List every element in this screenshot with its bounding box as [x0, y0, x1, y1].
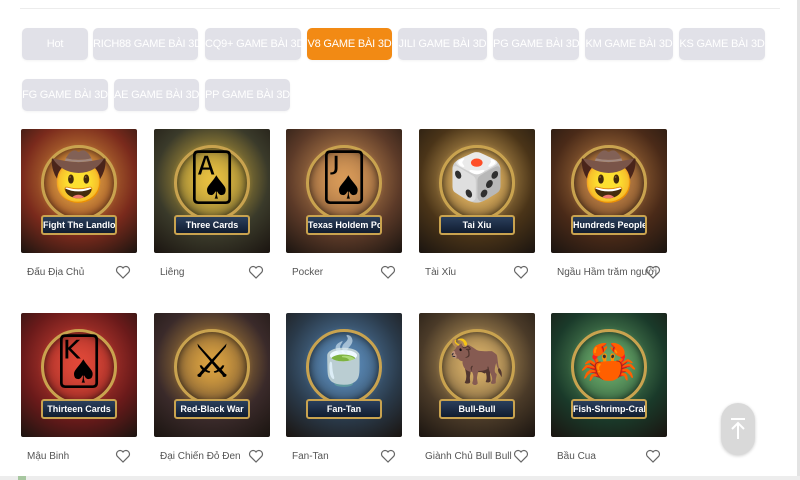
game-art-icon: 🂮 — [55, 334, 103, 388]
scroll-to-top-button[interactable] — [721, 403, 755, 455]
game-thumbnail[interactable]: 🍵 Fan-Tan — [286, 313, 402, 437]
game-name: Tài Xỉu — [425, 267, 457, 278]
bottom-edge — [0, 476, 800, 480]
tab-km[interactable]: KM GAME BÀI 3D — [585, 28, 673, 60]
game-art-icon: 🍵 — [315, 334, 373, 388]
game-thumbnail[interactable]: 🂮 Thirteen Cards — [21, 313, 137, 437]
heart-icon[interactable] — [645, 264, 661, 280]
game-card[interactable]: 🦀 Fish-Shrimp-Crab Bầu Cua — [551, 313, 667, 463]
tab-pg[interactable]: PG GAME BÀI 3D — [493, 28, 580, 60]
game-banner: Three Cards — [174, 215, 250, 235]
game-art-icon: 🎲 — [448, 150, 506, 204]
game-banner: Texas Holdem Poker — [306, 215, 382, 235]
game-banner: Fish-Shrimp-Crab — [571, 399, 647, 419]
game-art-icon: 🦀 — [580, 334, 638, 388]
heart-icon[interactable] — [380, 448, 396, 464]
heart-icon[interactable] — [645, 448, 661, 464]
game-thumbnail[interactable]: 🎲 Tai Xiu — [419, 129, 535, 253]
game-card[interactable]: 🂡 Three Cards Liêng — [154, 129, 270, 279]
heart-icon[interactable] — [115, 264, 131, 280]
game-name: Pocker — [292, 267, 324, 278]
game-banner: Fan-Tan — [306, 399, 382, 419]
game-name: Ngầu Hầm trăm người — [557, 267, 657, 278]
game-name: Giành Chủ Bull Bull — [425, 451, 512, 462]
game-banner: Tai Xiu — [439, 215, 515, 235]
tab-ae[interactable]: AE GAME BÀI 3D — [114, 79, 199, 111]
tab-pp[interactable]: PP GAME BÀI 3D — [205, 79, 290, 111]
tab-rich88[interactable]: RICH88 GAME BÀI 3D — [93, 28, 202, 60]
heart-icon[interactable] — [248, 448, 264, 464]
tab-hot[interactable]: Hot — [22, 28, 88, 60]
game-art-icon: ⚔ — [191, 334, 233, 388]
game-art-icon: 🤠 — [580, 150, 638, 204]
heart-icon[interactable] — [513, 264, 529, 280]
game-name: Liêng — [160, 267, 185, 278]
tab-jili[interactable]: JILI GAME BÀI 3D — [398, 28, 487, 60]
game-card[interactable]: 🍵 Fan-Tan Fan-Tan — [286, 313, 402, 463]
game-art-icon: 🂡 — [188, 150, 236, 204]
heart-icon[interactable] — [513, 448, 529, 464]
game-thumbnail[interactable]: 🐂 Bull-Bull — [419, 313, 535, 437]
game-card[interactable]: 🤠 Fight The Landlord Đấu Địa Chủ — [21, 129, 137, 279]
game-art-icon: 🂫 — [320, 150, 368, 204]
game-thumbnail[interactable]: ⚔ Red-Black War — [154, 313, 270, 437]
game-name: Bầu Cua — [557, 451, 596, 462]
game-card[interactable]: 🂮 Thirteen Cards Mậu Binh — [21, 313, 137, 463]
game-art-icon: 🐂 — [448, 334, 506, 388]
game-name: Đại Chiến Đỏ Đen — [160, 451, 241, 462]
game-name: Fan-Tan — [292, 451, 329, 462]
heart-icon[interactable] — [380, 264, 396, 280]
heart-icon[interactable] — [115, 448, 131, 464]
game-card[interactable]: 🎲 Tai Xiu Tài Xỉu — [419, 129, 535, 279]
heart-icon[interactable] — [248, 264, 264, 280]
game-art-icon: 🤠 — [50, 150, 108, 204]
game-banner: Red-Black War — [174, 399, 250, 419]
game-banner: Fight The Landlord — [41, 215, 117, 235]
top-divider — [20, 8, 780, 9]
game-thumbnail[interactable]: 🤠 Hundreds People Of Bull — [551, 129, 667, 253]
game-banner: Hundreds People Of Bull — [571, 215, 647, 235]
tab-ks[interactable]: KS GAME BÀI 3D — [679, 28, 765, 60]
game-thumbnail[interactable]: 🦀 Fish-Shrimp-Crab — [551, 313, 667, 437]
tab-v8[interactable]: V8 GAME BÀI 3D — [307, 28, 392, 60]
arrow-up-icon — [731, 418, 745, 439]
game-card[interactable]: 🐂 Bull-Bull Giành Chủ Bull Bull — [419, 313, 535, 463]
game-card[interactable]: 🤠 Hundreds People Of Bull Ngầu Hầm trăm … — [551, 129, 667, 279]
game-banner: Thirteen Cards — [41, 399, 117, 419]
game-banner: Bull-Bull — [439, 399, 515, 419]
game-thumbnail[interactable]: 🂫 Texas Holdem Poker — [286, 129, 402, 253]
game-thumbnail[interactable]: 🂡 Three Cards — [154, 129, 270, 253]
tab-cq9[interactable]: CQ9+ GAME BÀI 3D — [205, 28, 304, 60]
game-name: Mậu Binh — [27, 451, 70, 462]
game-thumbnail[interactable]: 🤠 Fight The Landlord — [21, 129, 137, 253]
game-card[interactable]: 🂫 Texas Holdem Poker Pocker — [286, 129, 402, 279]
game-name: Đấu Địa Chủ — [27, 267, 85, 278]
game-card[interactable]: ⚔ Red-Black War Đại Chiến Đỏ Đen — [154, 313, 270, 463]
tab-fg[interactable]: FG GAME BÀI 3D — [22, 79, 108, 111]
